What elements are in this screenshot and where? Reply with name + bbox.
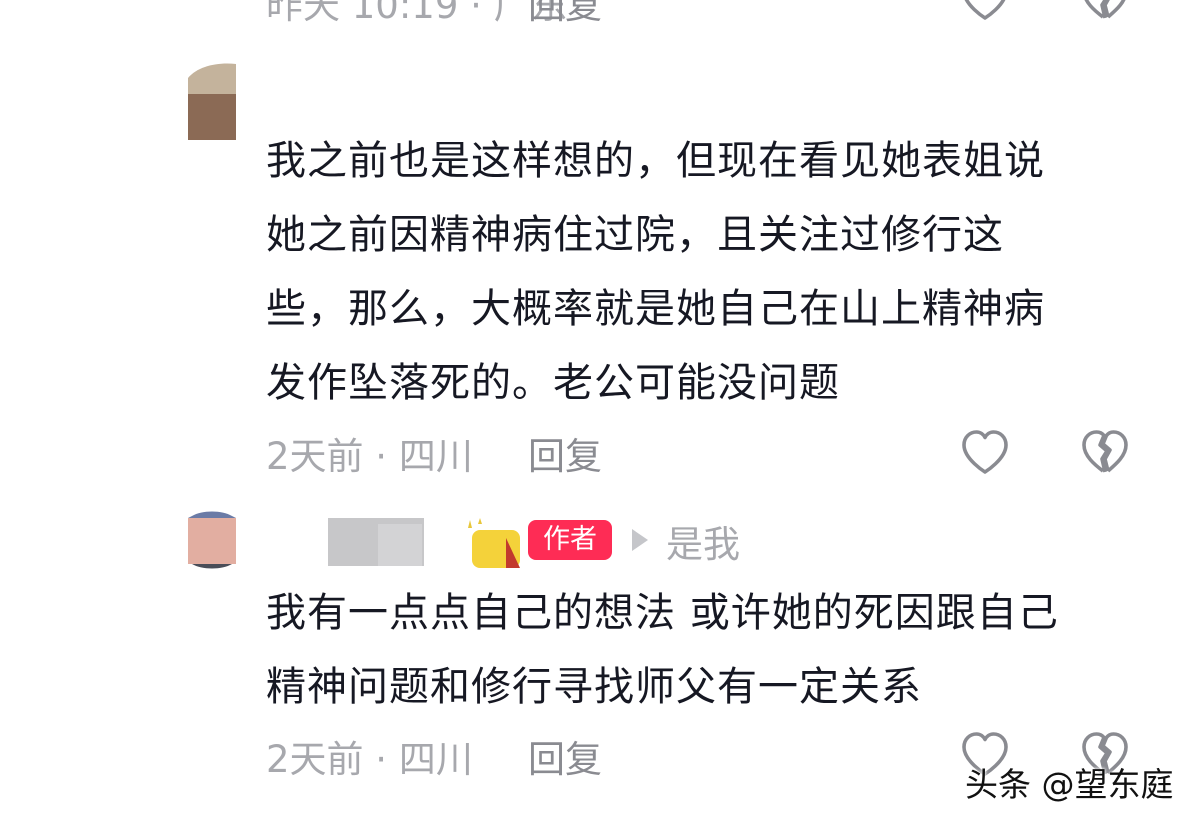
avatar[interactable] <box>188 60 236 140</box>
comment-text: 我有一点点自己的想法 或许她的死因跟自己 精神问题和修行寻找师父有一定关系 <box>266 576 1126 724</box>
like-button[interactable] <box>958 426 1012 480</box>
user-level-icon <box>468 518 520 568</box>
watermark: 头条 @望东庭 <box>965 765 1174 804</box>
dislike-button[interactable] <box>1078 0 1132 26</box>
broken-heart-icon <box>1084 0 1126 19</box>
comment-line: 些，那么，大概率就是她自己在山上精神病 <box>266 286 1045 332</box>
comment-author-row: 作者 是我 <box>266 510 866 570</box>
like-button[interactable] <box>958 0 1012 26</box>
author-badge: 作者 <box>528 520 612 560</box>
avatar[interactable] <box>188 812 236 819</box>
avatar[interactable] <box>188 510 236 570</box>
reply-button[interactable]: 回复 <box>528 0 602 29</box>
avatar-image <box>188 511 236 569</box>
comment-time-location: 昨天 10:19 · 广东 <box>266 0 568 27</box>
comment-line: 她之前因精神病住过院，且关注过修行这 <box>266 212 1004 258</box>
comment-time-location: 2天前 · 四川 <box>266 435 473 478</box>
reply-button[interactable]: 回复 <box>528 729 602 783</box>
reply-to-name[interactable]: 是我 <box>666 514 740 568</box>
comment-text: 我之前也是这样想的，但现在看见她表姐说 她之前因精神病住过院，且关注过修行这 些… <box>266 124 1126 420</box>
comment-meta: 2天前 · 四川 回复 <box>266 423 602 483</box>
dislike-button[interactable] <box>1078 426 1132 480</box>
broken-heart-icon <box>1082 430 1128 473</box>
reply-button[interactable]: 回复 <box>528 426 602 480</box>
comment-line: 精神问题和修行寻找师父有一定关系 <box>266 664 922 710</box>
heart-outline-icon <box>964 0 1006 20</box>
comment-meta: 昨天 10:19 · 广东 回复 <box>266 0 602 32</box>
comment-line: 我之前也是这样想的，但现在看见她表姐说 <box>266 138 1045 184</box>
comment-line: 我有一点点自己的想法 或许她的死因跟自己 <box>266 590 1059 636</box>
comment-time-location: 2天前 · 四川 <box>266 738 473 781</box>
comment-line: 发作坠落死的。老公可能没问题 <box>266 360 840 406</box>
heart-outline-icon <box>962 430 1008 474</box>
reply-arrow-icon <box>632 529 648 551</box>
author-name-redacted <box>378 524 422 566</box>
avatar-image <box>188 63 236 140</box>
comment-meta: 2天前 · 四川 回复 <box>266 726 602 786</box>
